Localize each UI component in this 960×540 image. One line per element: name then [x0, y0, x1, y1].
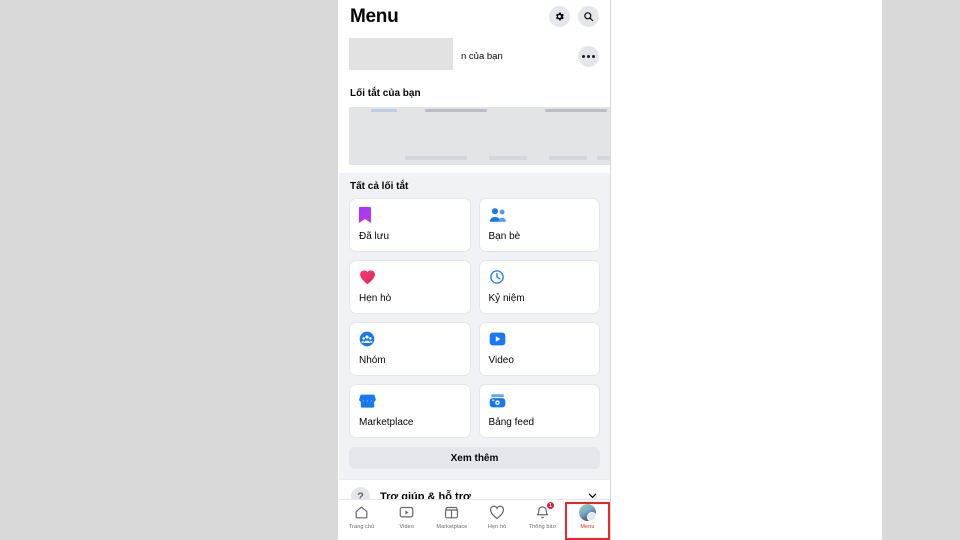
- shortcut-card-video[interactable]: Video: [478, 322, 600, 376]
- nav-label: Trang chủ: [348, 524, 375, 530]
- profile-subtitle: n của bạn: [461, 51, 503, 62]
- shortcuts-carousel[interactable]: [339, 104, 610, 173]
- nav-item-home[interactable]: Trang chủ: [339, 504, 384, 530]
- heart-icon: [489, 504, 505, 521]
- shortcut-card-feeds[interactable]: Bảng feed: [478, 384, 600, 438]
- app-header: Menu: [339, 0, 610, 33]
- home-icon: [354, 504, 369, 521]
- nav-label: Hẹn hò: [487, 524, 507, 530]
- nav-item-video[interactable]: Video: [384, 504, 429, 530]
- clock-icon: [489, 269, 591, 289]
- bell-icon: 1: [535, 501, 555, 521]
- shortcut-label: Bảng feed: [488, 417, 535, 428]
- profile-row[interactable]: n của bạn: [339, 33, 610, 80]
- storefront-icon: [444, 504, 459, 521]
- search-icon[interactable]: [578, 6, 599, 27]
- nav-label: Video: [399, 524, 414, 530]
- notification-badge: 1: [545, 501, 555, 510]
- see-more-wrapper: Xem thêm: [339, 438, 610, 479]
- shortcut-label: Hẹn hò: [359, 293, 392, 304]
- shortcut-label: Video: [488, 355, 514, 366]
- page-title: Menu: [350, 5, 399, 27]
- see-more-button[interactable]: Xem thêm: [349, 447, 600, 469]
- shortcut-card-memories[interactable]: Kỷ niệm: [478, 260, 600, 314]
- shortcut-label: Kỷ niệm: [488, 293, 525, 304]
- redacted-profile-name: [349, 38, 453, 70]
- storefront-icon: [359, 393, 461, 413]
- redacted-shortcuts-block: [349, 107, 610, 165]
- friends-icon: [489, 207, 591, 227]
- all-shortcuts-heading: Tất cả lối tắt: [339, 173, 610, 198]
- ellipsis-icon[interactable]: [578, 46, 599, 67]
- shortcuts-grid: Đã lưu Bạn bè Hẹn hò Kỷ niệm Nhóm Video …: [339, 198, 610, 438]
- shortcuts-section-heading: Lối tắt của bạn: [339, 80, 610, 104]
- nav-label: Marketplace: [436, 524, 468, 530]
- shortcut-card-groups[interactable]: Nhóm: [349, 322, 471, 376]
- video-icon: [489, 331, 591, 351]
- bookmark-icon: [359, 207, 461, 227]
- video-icon: [399, 504, 414, 521]
- shortcut-label: Bạn bè: [488, 231, 521, 242]
- nav-item-marketplace[interactable]: Marketplace: [429, 504, 474, 530]
- shortcut-label: Nhóm: [359, 355, 386, 366]
- shortcut-label: Marketplace: [359, 417, 414, 428]
- nav-item-menu[interactable]: Menu: [564, 502, 610, 540]
- selection-highlight-box: [564, 502, 610, 540]
- shortcut-label: Đã lưu: [359, 231, 390, 242]
- bottom-navigation-bar: Trang chủ Video Marketplace Hẹn hò 1 Thô…: [339, 499, 610, 540]
- nav-item-dating[interactable]: Hẹn hò: [475, 504, 520, 530]
- phone-screen: Menu n của bạn Lối tắt của bạn Tất cả lố…: [339, 0, 610, 540]
- shortcut-card-friends[interactable]: Bạn bè: [478, 198, 600, 252]
- shortcut-card-dating[interactable]: Hẹn hò: [349, 260, 471, 314]
- heart-icon: [359, 269, 461, 289]
- shortcut-card-marketplace[interactable]: Marketplace: [349, 384, 471, 438]
- nav-item-notifications[interactable]: 1 Thông báo: [520, 501, 565, 530]
- gear-icon[interactable]: [549, 6, 570, 27]
- feeds-icon: [489, 393, 591, 413]
- shortcut-card-saved[interactable]: Đã lưu: [349, 198, 471, 252]
- nav-label: Thông báo: [528, 524, 556, 530]
- groups-icon: [359, 331, 461, 351]
